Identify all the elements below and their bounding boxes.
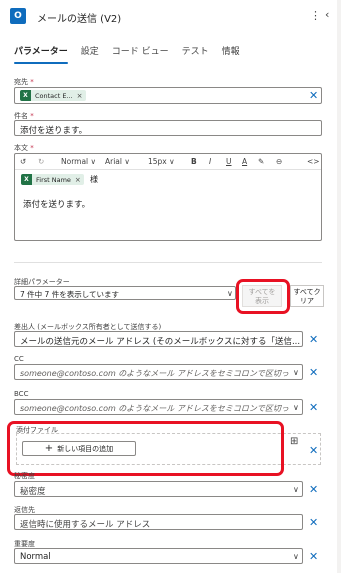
remove-parameter-icon[interactable]: ✕	[309, 517, 318, 528]
excel-icon: X	[20, 90, 31, 101]
chevron-down-icon: ∨	[293, 485, 299, 494]
tab-settings[interactable]: 設定	[81, 44, 99, 57]
body-text: 添付を送ります。	[23, 200, 91, 210]
from-value: メールの送信元のメール アドレス (そのメールボックスに対する「送信...	[20, 337, 300, 347]
from-input[interactable]: メールの送信元のメール アドレス (そのメールボックスに対する「送信...	[14, 331, 303, 347]
contact-email-token: X Contact E... ×	[20, 90, 86, 101]
remove-parameter-icon[interactable]: ✕	[309, 551, 318, 562]
remove-parameter-icon[interactable]: ✕	[309, 445, 318, 456]
tab-parameters[interactable]: パラメーター	[14, 44, 68, 64]
sensitivity-select[interactable]: 秘密度 ∨	[14, 481, 303, 497]
chevron-down-icon: ∨	[227, 289, 233, 298]
underline-icon[interactable]: U	[226, 157, 232, 166]
undo-icon[interactable]: ↺	[20, 157, 26, 166]
cc-input[interactable]: someone@contoso.com のようなメール アドレスをセミコロンで区…	[14, 364, 303, 380]
highlight-box	[236, 279, 290, 314]
chevron-down-icon: ∨	[293, 368, 299, 377]
remove-parameter-icon[interactable]: ✕	[309, 367, 318, 378]
font-color-icon[interactable]: A	[242, 157, 247, 166]
tab-test[interactable]: テスト	[182, 44, 209, 57]
chevron-down-icon: ∨	[169, 157, 175, 166]
subject-input[interactable]: 添付を送ります。	[14, 120, 322, 136]
body-label: 本文 *	[14, 144, 34, 152]
importance-select[interactable]: Normal ∨	[14, 548, 303, 564]
to-field[interactable]: X Contact E... × ✕	[14, 87, 322, 104]
to-label: 宛先 *	[14, 78, 34, 86]
token-label: First Name	[36, 175, 71, 184]
more-options-icon[interactable]: ⋮	[310, 9, 321, 22]
remove-parameter-icon[interactable]: ✕	[309, 484, 318, 495]
bcc-placeholder: someone@contoso.com のようなメール アドレスをセミコロンで区…	[20, 404, 290, 413]
cc-placeholder: someone@contoso.com のようなメール アドレスをセミコロンで区…	[20, 369, 290, 378]
clear-all-button[interactable]: すべてク リア	[290, 285, 324, 307]
italic-icon[interactable]: I	[209, 157, 211, 166]
chevron-down-icon: ∨	[293, 552, 299, 561]
reply-to-input[interactable]: 返信時に使用するメール アドレス	[14, 514, 303, 530]
sensitivity-label: 秘密度	[14, 472, 35, 480]
font-dropdown[interactable]: Arial ∨	[105, 157, 130, 166]
action-title: メールの送信 (V2)	[37, 14, 122, 25]
remove-token-icon[interactable]: ×	[77, 92, 83, 100]
importance-value: Normal	[20, 552, 51, 562]
redo-icon[interactable]: ↻	[38, 157, 44, 166]
remove-parameter-icon[interactable]: ✕	[309, 402, 318, 413]
remove-token-icon[interactable]: ×	[75, 176, 81, 184]
bcc-input[interactable]: someone@contoso.com のようなメール アドレスをセミコロンで区…	[14, 399, 303, 415]
link-icon[interactable]: ⊖	[276, 157, 282, 166]
style-dropdown[interactable]: Normal ∨	[61, 157, 96, 166]
reply-to-value: 返信時に使用するメール アドレス	[20, 520, 151, 530]
tab-bar: パラメーター 設定 コード ビュー テスト 情報	[14, 44, 240, 64]
first-name-token: X First Name ×	[21, 174, 84, 185]
clear-field-icon[interactable]: ✕	[309, 90, 318, 101]
chevron-down-icon: ∨	[124, 157, 130, 166]
highlight-box	[7, 421, 284, 476]
chevron-down-icon: ∨	[293, 403, 299, 412]
token-label: Contact E...	[35, 91, 73, 100]
sensitivity-value: 秘密度	[20, 487, 46, 497]
tab-code-view[interactable]: コード ビュー	[112, 44, 169, 57]
advanced-select-value: 7 件中 7 件を表示しています	[20, 290, 119, 299]
excel-icon: X	[21, 174, 32, 185]
body-editor[interactable]: ↺ ↻ Normal ∨ Arial ∨ 15px ∨ B I U A ✎ ⊖ …	[14, 153, 322, 241]
scrollbar[interactable]	[337, 0, 341, 573]
bcc-label: BCC	[14, 390, 29, 398]
chevron-down-icon: ∨	[90, 157, 97, 166]
body-suffix: 様	[90, 175, 98, 184]
remove-parameter-icon[interactable]: ✕	[309, 334, 318, 345]
advanced-parameters-select[interactable]: 7 件中 7 件を表示しています ∨	[14, 286, 236, 300]
code-view-icon[interactable]: <>	[307, 157, 320, 166]
editor-toolbar: ↺ ↻ Normal ∨ Arial ∨ 15px ∨ B I U A ✎ ⊖ …	[15, 154, 321, 170]
header: O メールの送信 (V2) ⋮ ‹	[0, 0, 341, 32]
bold-icon[interactable]: B	[191, 157, 197, 166]
font-size-dropdown[interactable]: 15px ∨	[148, 157, 175, 166]
tab-about[interactable]: 情報	[222, 44, 240, 57]
collapse-panel-icon[interactable]: ‹	[325, 8, 329, 21]
subject-value: 添付を送ります。	[20, 126, 88, 136]
divider	[14, 262, 322, 263]
cc-label: CC	[14, 355, 24, 363]
highlight-icon[interactable]: ✎	[258, 157, 264, 166]
outlook-icon: O	[10, 8, 26, 24]
